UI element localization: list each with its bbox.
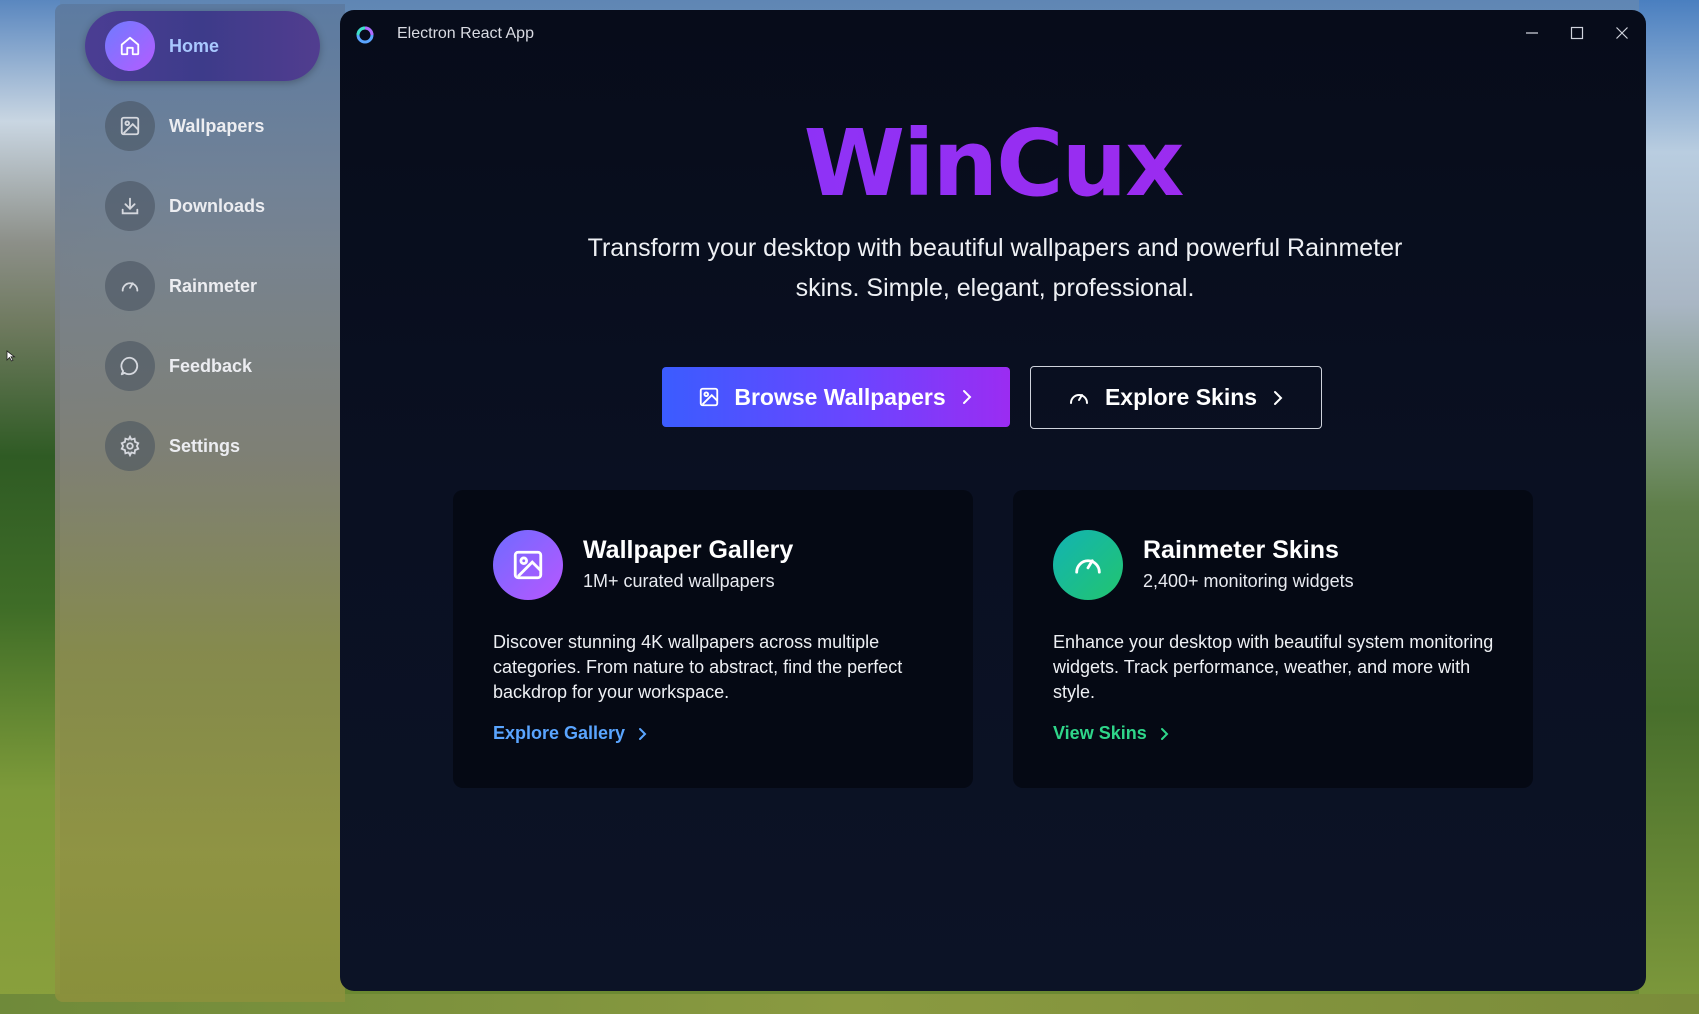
gauge-icon <box>1067 386 1091 410</box>
app-logo-icon <box>356 26 374 44</box>
desktop-background-right <box>1639 0 1699 1014</box>
chevron-right-icon <box>1271 390 1285 406</box>
maximize-button[interactable] <box>1555 18 1599 48</box>
browse-wallpapers-label: Browse Wallpapers <box>734 383 946 410</box>
close-icon <box>1616 27 1628 39</box>
card-title: Wallpaper Gallery <box>583 536 794 564</box>
sidebar-item-label: Wallpapers <box>169 115 265 136</box>
gear-icon <box>105 421 155 471</box>
card-description: Enhance your desktop with beautiful syst… <box>1053 632 1494 702</box>
view-skins-label: View Skins <box>1053 723 1147 743</box>
desktop-background-left <box>0 0 60 1014</box>
sidebar-item-label: Home <box>169 35 220 56</box>
window-title: Electron React App <box>397 25 534 42</box>
sidebar-item-label: Rainmeter <box>169 275 258 296</box>
card-subtitle: 2,400+ monitoring widgets <box>1143 571 1354 591</box>
hero-title: WinCux <box>340 110 1646 217</box>
gauge-icon <box>1053 530 1123 600</box>
image-icon <box>105 101 155 151</box>
image-icon <box>698 386 720 408</box>
sidebar-item-label: Feedback <box>169 355 253 376</box>
sidebar-item-wallpapers[interactable]: Wallpapers <box>85 91 315 161</box>
sidebar-item-label: Downloads <box>169 195 266 216</box>
home-icon <box>105 21 155 71</box>
close-button[interactable] <box>1600 18 1644 48</box>
sidebar-item-home[interactable]: Home <box>85 11 320 81</box>
sidebar-item-settings[interactable]: Settings <box>85 411 315 481</box>
app-window: Electron React App WinCux Transform your… <box>340 10 1646 991</box>
rainmeter-skins-card: Rainmeter Skins 2,400+ monitoring widget… <box>1013 490 1533 788</box>
download-icon <box>105 181 155 231</box>
maximize-icon <box>1570 26 1584 40</box>
title-bar[interactable]: Electron React App <box>340 10 1646 58</box>
minimize-button[interactable] <box>1510 18 1554 48</box>
sidebar-item-rainmeter[interactable]: Rainmeter <box>85 251 315 321</box>
gauge-icon <box>105 261 155 311</box>
image-icon <box>493 530 563 600</box>
view-skins-link[interactable]: View Skins <box>1053 723 1169 744</box>
card-subtitle: 1M+ curated wallpapers <box>583 571 775 591</box>
explore-skins-button[interactable]: Explore Skins <box>1030 366 1322 429</box>
chevron-right-icon <box>960 389 974 405</box>
explore-skins-label: Explore Skins <box>1104 384 1258 410</box>
chevron-right-icon <box>1159 727 1169 741</box>
sidebar-item-feedback[interactable]: Feedback <box>85 331 315 401</box>
sidebar-item-label: Settings <box>169 435 241 456</box>
minimize-icon <box>1526 32 1538 34</box>
explore-gallery-label: Explore Gallery <box>493 723 626 743</box>
browse-wallpapers-button[interactable]: Browse Wallpapers <box>662 367 1010 427</box>
hero-subtitle: Transform your desktop with beautiful wa… <box>587 234 1403 302</box>
explore-gallery-link[interactable]: Explore Gallery <box>493 723 647 744</box>
chevron-right-icon <box>637 727 647 741</box>
wallpaper-gallery-card: Wallpaper Gallery 1M+ curated wallpapers… <box>453 490 973 788</box>
mouse-cursor-icon <box>6 350 16 362</box>
sidebar-item-downloads[interactable]: Downloads <box>85 171 315 241</box>
card-title: Rainmeter Skins <box>1143 536 1339 564</box>
chat-bubble-icon <box>105 341 155 391</box>
card-description: Discover stunning 4K wallpapers across m… <box>493 632 903 702</box>
sidebar: Home Wallpapers Downloads Rainmeter Feed… <box>55 4 345 1002</box>
